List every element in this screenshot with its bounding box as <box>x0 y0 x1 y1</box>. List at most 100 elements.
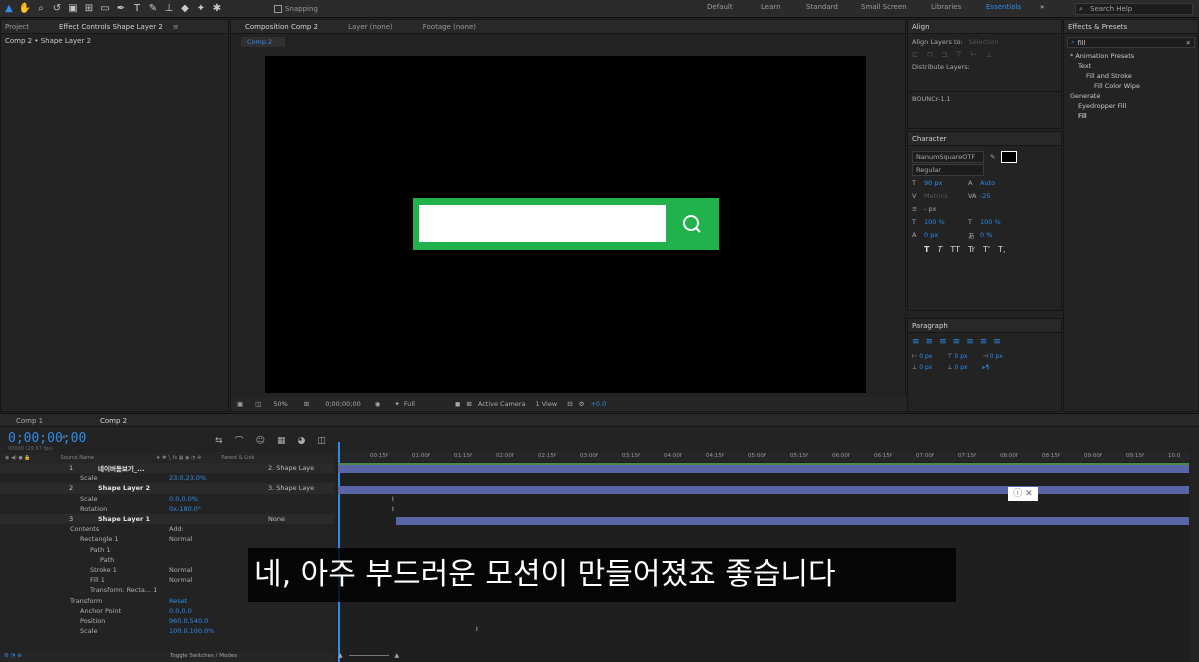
tab-layer[interactable]: Layer (none) <box>348 23 393 31</box>
align-vcenter-icon[interactable]: ⊢ <box>971 50 978 59</box>
stroke-width-value[interactable]: - px <box>924 205 936 213</box>
tsume-value[interactable]: 0 % <box>980 231 992 239</box>
layer-name[interactable]: Path 1 <box>90 546 110 554</box>
property-value[interactable]: 960.0,540.0 <box>169 617 208 625</box>
zoom-select[interactable]: 50% <box>273 400 287 408</box>
layer-bar-3[interactable] <box>396 517 1189 525</box>
parent-select[interactable]: 3. Shape Laye <box>268 484 314 492</box>
kerning-value[interactable]: Metrics <box>924 192 968 200</box>
pen-tool-icon[interactable]: ✒ <box>114 2 128 16</box>
property-value[interactable]: 0.0,0.0% <box>169 495 198 503</box>
effects-tree-item[interactable]: Text <box>1064 61 1198 71</box>
align-top-icon[interactable]: ⊤ <box>956 50 963 59</box>
timeline-row[interactable]: Scale 0.0,0.0% <box>0 494 334 504</box>
layer-name[interactable]: Scale <box>80 627 98 635</box>
ad-close-button[interactable]: ⓘ ✕ <box>1008 487 1038 501</box>
composition-flowchart-icon[interactable]: ⇆ <box>215 436 223 446</box>
leading-value[interactable]: Auto <box>980 179 995 187</box>
layer-name[interactable]: Rectangle 1 <box>80 535 119 543</box>
timeline-row[interactable]: Position 960.0,540.0 <box>0 616 334 626</box>
align-center-text-icon[interactable]: ≡ <box>926 337 934 347</box>
eyedropper-icon[interactable]: ✎ <box>990 153 995 161</box>
font-family-select[interactable]: NanumSquareOTF <box>912 150 984 163</box>
zoom-out-icon[interactable]: ▲ <box>338 652 343 659</box>
roto-tool-icon[interactable]: ✦ <box>194 2 208 16</box>
space-before-value[interactable]: 0 px <box>919 364 947 371</box>
hand-tool-icon[interactable]: ✋ <box>18 2 32 16</box>
comp-breadcrumb-tab[interactable]: Comp 2 <box>241 37 285 47</box>
fill-color-swatch[interactable] <box>1001 150 1018 163</box>
align-right-text-icon[interactable]: ≡ <box>939 337 947 347</box>
align-bottom-icon[interactable]: ⊥ <box>986 50 993 59</box>
tab-effect-controls[interactable]: Effect Controls Shape Layer 2 <box>59 23 163 31</box>
tab-comp-1[interactable]: Comp 1 <box>16 417 43 425</box>
camera-snapshot-icon[interactable]: ◉ <box>375 400 381 408</box>
layer-name[interactable]: Rotation <box>80 505 107 513</box>
layer-name[interactable]: Fill 1 <box>90 576 105 584</box>
effects-tree-item[interactable]: Generate <box>1064 91 1198 101</box>
layer-bar-1[interactable] <box>338 465 1189 473</box>
timeline-row[interactable]: Scale 100.0,100.0% <box>0 626 334 636</box>
layer-name[interactable]: Scale <box>80 495 98 503</box>
type-tool-icon[interactable]: T <box>130 2 144 16</box>
effects-tree-item[interactable]: Fill Color Wipe <box>1064 81 1198 91</box>
keyframe-scale[interactable]: Ⅰ <box>392 496 394 503</box>
brush-tool-icon[interactable]: ✎ <box>146 2 160 16</box>
property-value[interactable]: 0x-180.0° <box>169 505 201 513</box>
layer-bar-2[interactable] <box>338 486 1189 494</box>
layer-name[interactable]: Transform <box>70 597 102 605</box>
parent-select[interactable]: 2. Shape Laye <box>268 464 314 472</box>
pan-behind-tool-icon[interactable]: ⊞ <box>82 2 96 16</box>
property-value[interactable]: Normal <box>169 566 193 574</box>
font-size-value[interactable]: 90 px <box>924 179 968 187</box>
layer-name[interactable]: Path <box>100 556 114 564</box>
font-style-select[interactable]: Regular <box>912 163 984 176</box>
text-direction-icon[interactable]: ▸¶ <box>982 364 989 371</box>
camera-tool-icon[interactable]: ▣ <box>66 2 80 16</box>
motion-blur-icon[interactable]: ◕ <box>297 436 305 446</box>
workspace-libraries[interactable]: Libraries <box>931 3 961 11</box>
timeline-row[interactable]: 1 네이버돋보기_... 2. Shape Laye <box>0 463 334 474</box>
eraser-tool-icon[interactable]: ◆ <box>178 2 192 16</box>
baseline-shift-value[interactable]: 0 px <box>924 231 968 239</box>
effects-tree-item[interactable]: Eyedropper Fill <box>1064 101 1198 111</box>
fast-preview-icon[interactable]: ⚙ <box>579 400 585 408</box>
timeline-row[interactable]: 2 Shape Layer 2 3. Shape Laye <box>0 483 334 494</box>
layer-name[interactable]: 네이버돋보기_... <box>98 463 145 473</box>
all-caps-button[interactable]: TT <box>950 245 960 254</box>
shy-icon[interactable]: ☺ <box>256 436 265 446</box>
tab-footage[interactable]: Footage (none) <box>423 23 476 31</box>
keyframe-rotation[interactable]: Ⅰ <box>392 506 394 513</box>
timeline-row[interactable]: Rectangle 1 Normal <box>0 534 334 544</box>
timeline-row[interactable]: Scale 23.0,23.0% <box>0 473 334 483</box>
clear-search-icon[interactable]: ✕ <box>1186 39 1191 47</box>
faux-italic-button[interactable]: T <box>937 245 942 254</box>
horizontal-scale-value[interactable]: 100 % <box>980 218 1001 226</box>
graph-editor-icon[interactable]: ◫ <box>317 436 326 446</box>
layer-name[interactable]: Transform: Recta... 1 <box>90 586 157 594</box>
timeline-search-input[interactable]: ⌕ <box>62 433 212 444</box>
property-value[interactable]: Normal <box>169 576 193 584</box>
timecode-display[interactable]: 0;00;00;00 <box>325 400 361 408</box>
clone-tool-icon[interactable]: ⊥ <box>162 2 176 16</box>
exposure-value[interactable]: +0.0 <box>590 400 606 408</box>
view-layout-select[interactable]: 1 View <box>536 400 558 408</box>
superscript-button[interactable]: T' <box>983 245 990 254</box>
bounce-tab[interactable]: BOUNCr-1.1 <box>908 91 1061 105</box>
space-after-value[interactable]: 0 px <box>954 364 982 371</box>
layer-name[interactable]: Contents <box>70 525 99 533</box>
time-ruler[interactable]: 00:15f 01:00f 01:15f 02:00f 02:15f 03:00f 03:1… <box>336 452 1189 462</box>
view-options-icon[interactable]: ⊟ <box>567 400 572 408</box>
layer-name[interactable]: Shape Layer 1 <box>98 515 150 523</box>
workspace-standard[interactable]: Standard <box>806 3 838 11</box>
vertical-scale-value[interactable]: 100 % <box>924 218 968 226</box>
tab-comp-2[interactable]: Comp 2 <box>100 417 127 425</box>
align-left-icon[interactable]: ⊏ <box>912 50 919 59</box>
property-value[interactable]: Add: <box>169 525 184 533</box>
transparency-grid-icon[interactable]: ⊠ <box>466 400 471 408</box>
workspace-small-screen[interactable]: Small Screen <box>861 3 907 11</box>
property-value[interactable]: Reset <box>169 597 187 605</box>
tab-composition[interactable]: Composition Comp 2 <box>245 23 318 31</box>
timeline-zoom-slider[interactable]: ▲ ▲ <box>338 652 458 662</box>
mask-visibility-icon[interactable]: ◫ <box>255 400 261 408</box>
